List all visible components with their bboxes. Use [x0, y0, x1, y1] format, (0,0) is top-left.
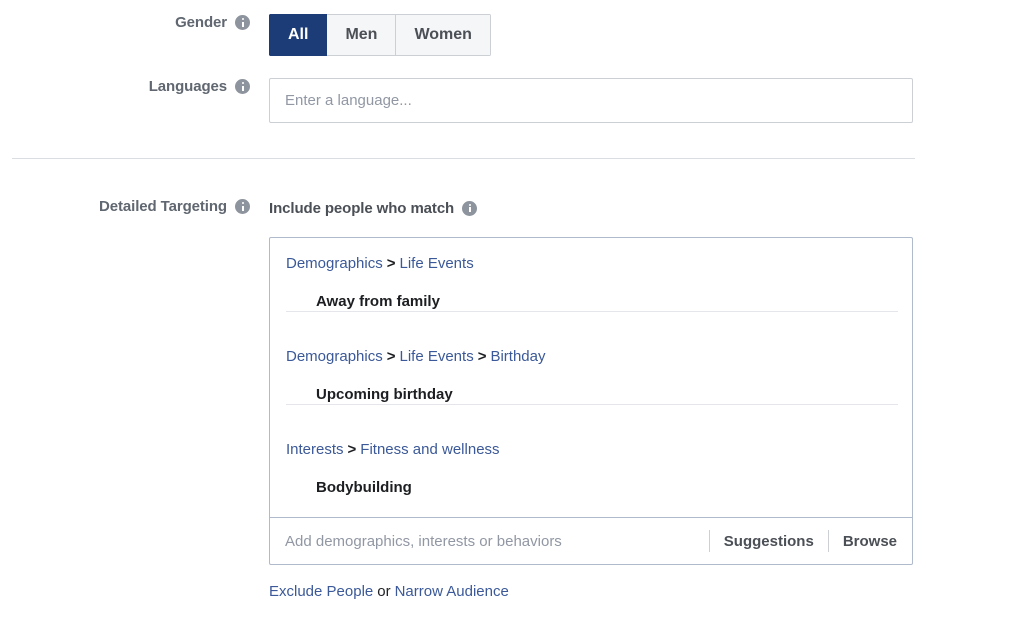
breadcrumb-link[interactable]: Demographics: [286, 255, 383, 272]
list-item: Demographics > Life Events Away from famil…: [270, 238, 912, 312]
breadcrumb-separator: >: [386, 255, 396, 272]
list-item: Interests > Fitness and wellness Bodybuild…: [270, 424, 912, 498]
languages-input[interactable]: [269, 78, 913, 123]
targeting-item-name: Bodybuilding: [316, 479, 412, 496]
include-people-subheading: Include people who match: [269, 198, 1028, 218]
vertical-separator: [827, 530, 829, 552]
list-item: Demographics > Life Events > Birthday Upcomi…: [270, 331, 912, 405]
gender-label: Gender: [175, 14, 227, 31]
footer-or-label: or: [377, 583, 391, 600]
info-icon[interactable]: [235, 79, 250, 94]
targeting-selection-list: Demographics > Life Events Away from famil…: [270, 238, 912, 498]
gender-option-men[interactable]: Men: [327, 14, 397, 56]
breadcrumb-link[interactable]: Demographics: [286, 348, 383, 365]
detailed-targeting-field-column: Include people who match Demographics > Li…: [250, 198, 1028, 602]
languages-label: Languages: [148, 78, 227, 95]
languages-row: Languages: [0, 78, 1028, 123]
gender-segmented-control[interactable]: All Men Women: [269, 14, 491, 56]
section-divider: [12, 158, 915, 159]
breadcrumb-link[interactable]: Fitness and wellness: [360, 441, 499, 458]
narrow-audience-link[interactable]: Narrow Audience: [395, 583, 509, 600]
targeting-search-input[interactable]: [285, 518, 695, 564]
breadcrumb: Demographics > Life Events > Birthday: [286, 347, 896, 367]
breadcrumb: Interests > Fitness and wellness: [286, 440, 896, 460]
list-item-divider: [286, 311, 898, 312]
breadcrumb-link[interactable]: Life Events: [399, 348, 473, 365]
info-icon[interactable]: [235, 15, 250, 30]
breadcrumb-separator: >: [477, 348, 487, 365]
exclude-people-link[interactable]: Exclude People: [269, 583, 373, 600]
detailed-targeting-label-column: Detailed Targeting: [0, 198, 250, 215]
targeting-box: Demographics > Life Events Away from famil…: [269, 237, 913, 565]
vertical-separator: [708, 530, 710, 552]
breadcrumb-separator: >: [347, 441, 357, 458]
breadcrumb-link[interactable]: Life Events: [399, 255, 473, 272]
suggestions-button[interactable]: Suggestions: [724, 533, 814, 550]
include-people-subheading-text: Include people who match: [269, 199, 455, 217]
gender-option-women[interactable]: Women: [396, 14, 491, 56]
targeting-footer-links: Exclude People or Narrow Audience: [269, 582, 1028, 602]
breadcrumb-link[interactable]: Interests: [286, 441, 344, 458]
gender-field-column: All Men Women: [250, 14, 1028, 56]
detailed-targeting-label: Detailed Targeting: [99, 198, 227, 215]
breadcrumb-link[interactable]: Birthday: [490, 348, 545, 365]
browse-button[interactable]: Browse: [843, 533, 897, 550]
languages-label-column: Languages: [0, 78, 250, 95]
gender-row: Gender All Men Women: [0, 14, 1028, 56]
languages-field-column: [250, 78, 1028, 123]
targeting-search-bar: Suggestions Browse: [270, 517, 912, 564]
info-icon[interactable]: [235, 199, 250, 214]
breadcrumb: Demographics > Life Events: [286, 254, 896, 274]
list-item-divider: [286, 404, 898, 405]
gender-label-column: Gender: [0, 14, 250, 31]
targeting-item-name: Upcoming birthday: [316, 386, 453, 403]
breadcrumb-separator: >: [386, 348, 396, 365]
info-icon[interactable]: [462, 200, 478, 216]
gender-option-all[interactable]: All: [269, 14, 328, 56]
detailed-targeting-row: Detailed Targeting Include people who ma…: [0, 198, 1028, 602]
targeting-item-name: Away from family: [316, 293, 440, 310]
